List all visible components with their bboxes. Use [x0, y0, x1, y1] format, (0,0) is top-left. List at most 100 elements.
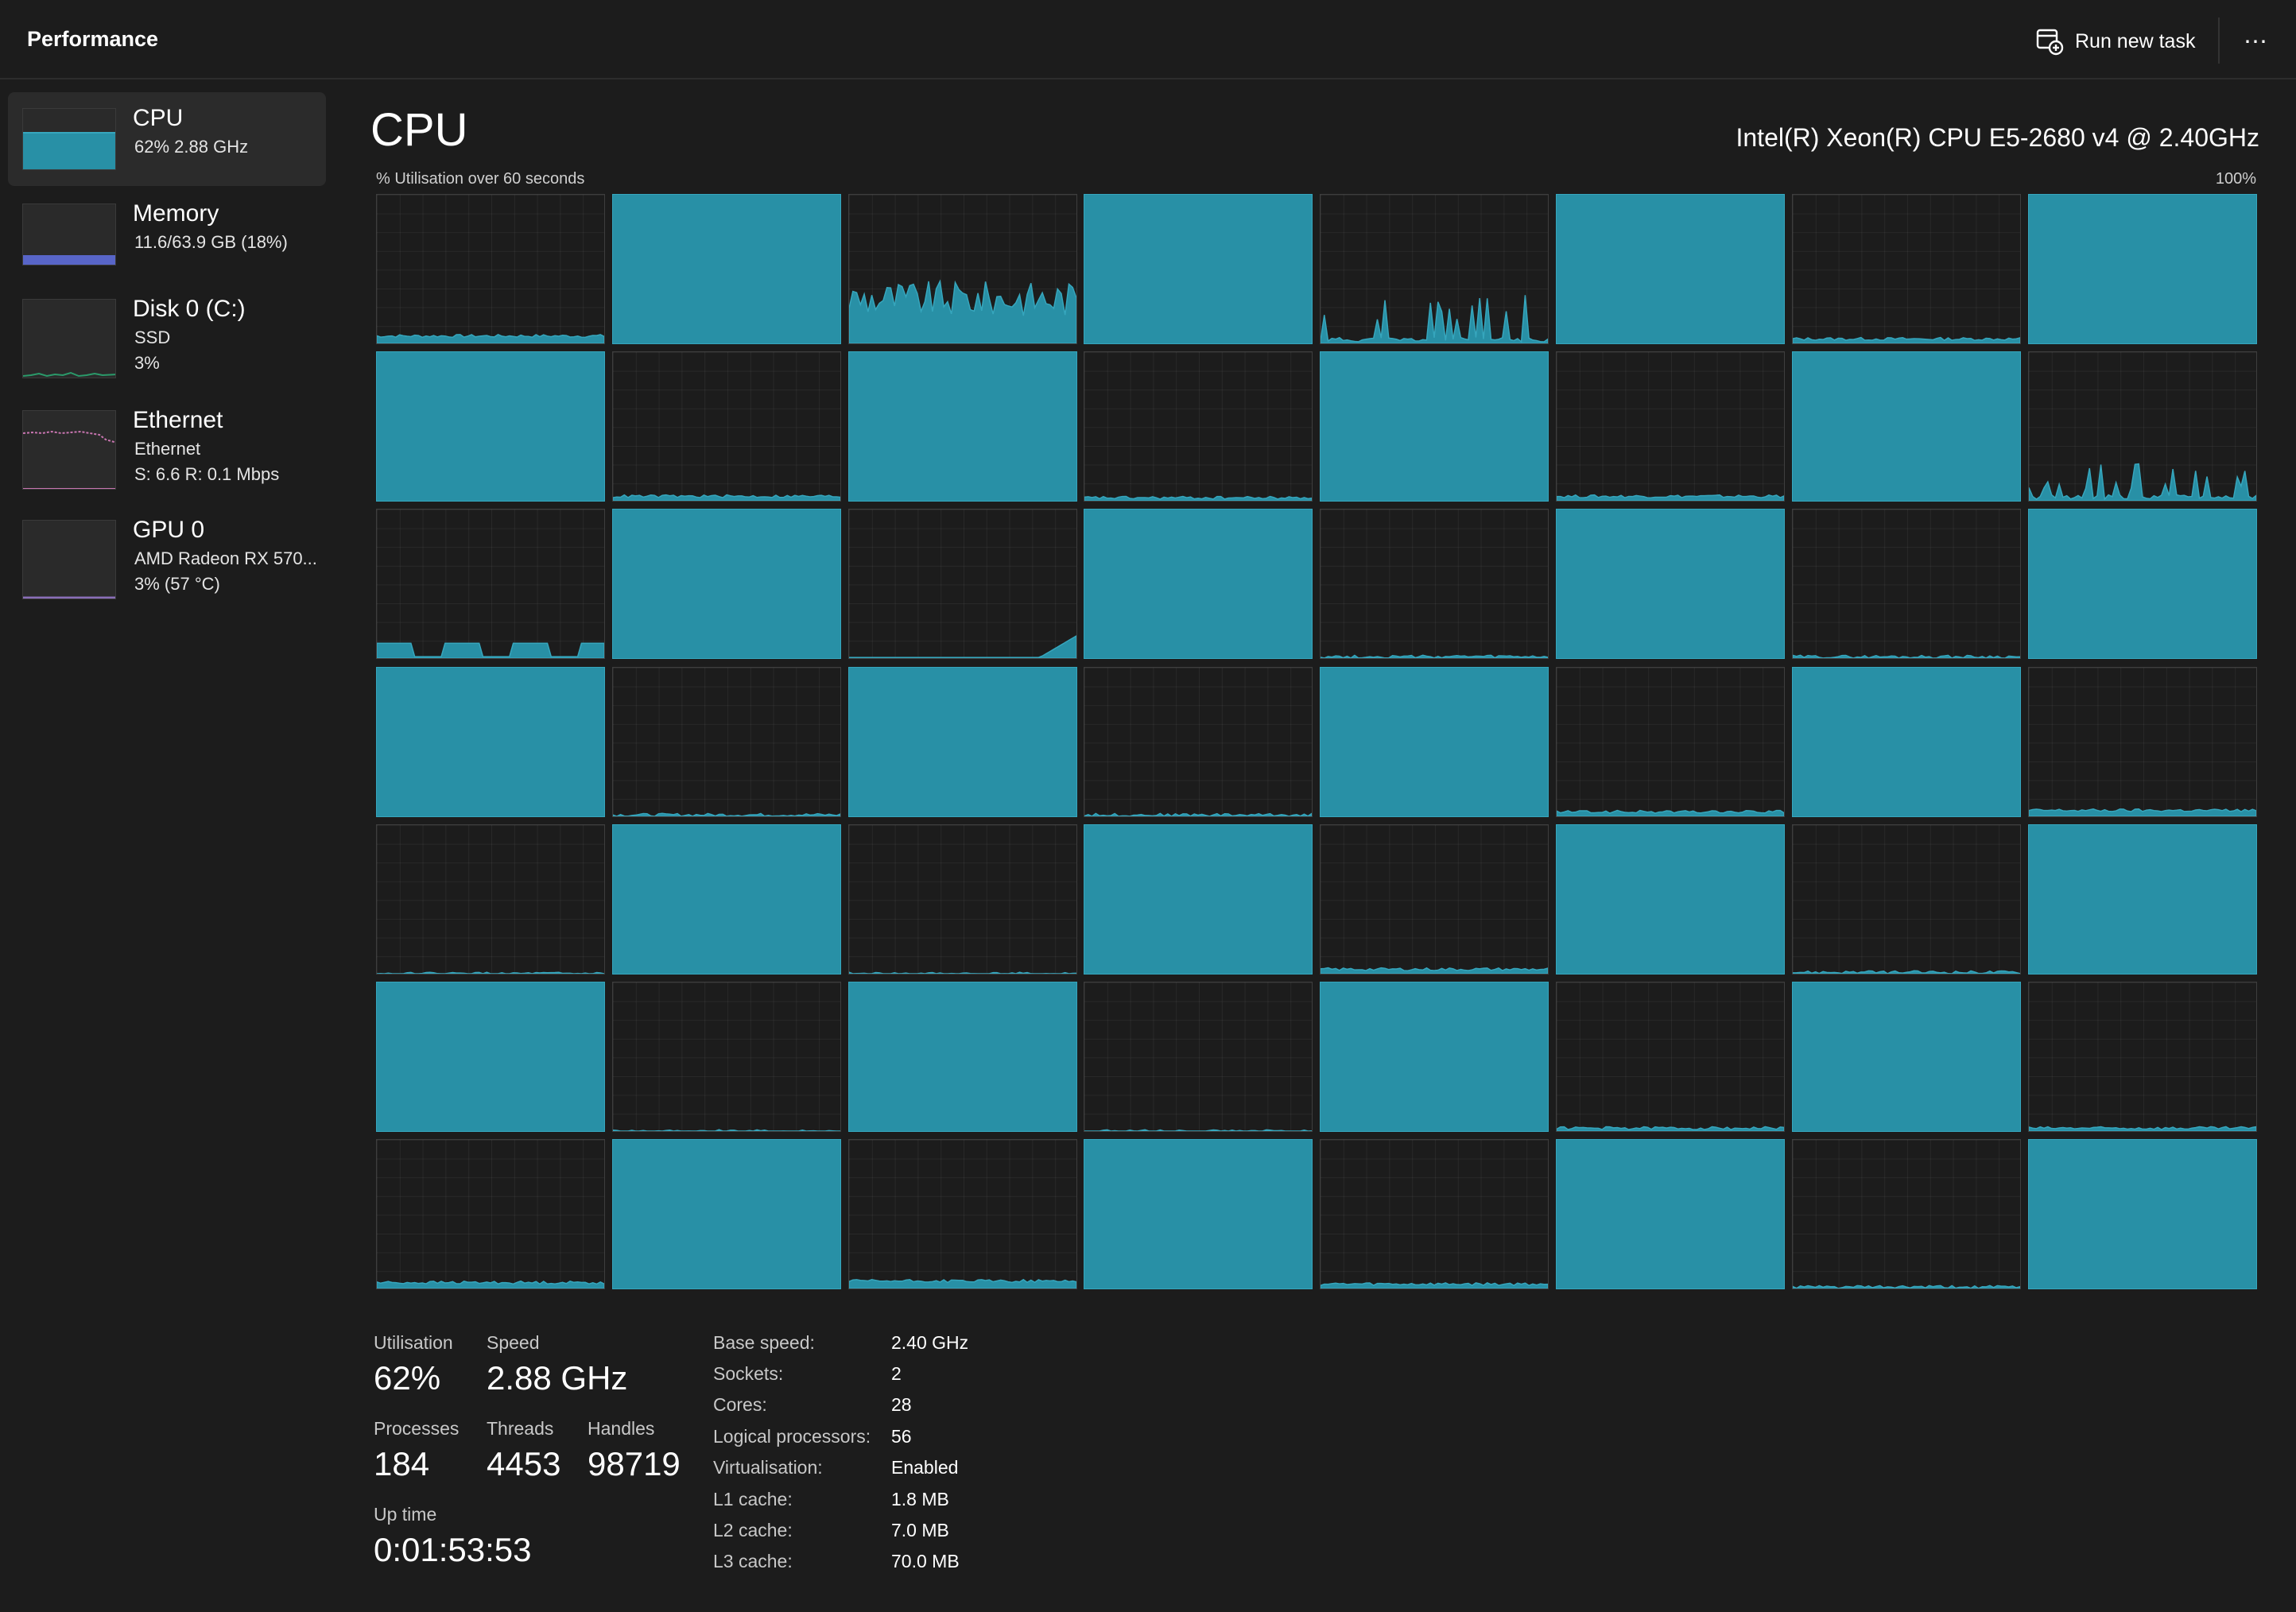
logical-processor-13-area	[1557, 494, 1784, 502]
sidebar-item-gpu[interactable]: GPU 0 AMD Radeon RX 570... 3% (57 °C)	[8, 504, 326, 599]
utilisation-area	[377, 333, 604, 343]
utilisation-area	[1321, 295, 1549, 343]
spec-value: 7.0 MB	[891, 1520, 949, 1540]
spec-key: Sockets:	[713, 1363, 784, 1384]
logical-processor-30-graph	[1791, 666, 2021, 817]
sidebar-item-ethernet[interactable]: Ethernet Ethernet S: 6.6 R: 0.1 Mbps	[8, 394, 326, 490]
threads-value: 4453	[487, 1445, 561, 1482]
logical-processor-27-graph	[1084, 666, 1313, 817]
more-options-button[interactable]: ⋯	[2234, 22, 2279, 60]
logical-processor-5-graph	[1556, 194, 1785, 344]
cpu-heading: CPU	[370, 104, 468, 156]
memory-thumbnail-graph	[23, 255, 115, 265]
logical-processor-45-area	[1557, 1126, 1784, 1131]
logical-processor-25-area	[612, 812, 840, 816]
logical-processor-20-graph	[1320, 509, 1549, 660]
logical-processor-32-graph	[376, 823, 605, 975]
utilisation-area	[848, 1279, 1076, 1289]
sidebar-item-cpu[interactable]: CPU 62% 2.88 GHz	[8, 92, 326, 186]
utilisation-area	[1321, 654, 1549, 659]
utilisation-area	[1084, 495, 1313, 502]
graph-axis-label: % Utilisation over 60 seconds	[376, 170, 585, 188]
sidebar-item-title: GPU 0	[133, 517, 205, 543]
logical-processor-50-area	[848, 1279, 1076, 1289]
handles-label: Handles	[588, 1418, 655, 1439]
logical-processor-17-graph	[611, 509, 841, 660]
sidebar: CPU 62% 2.88 GHz Memory 11.6/63.9 GB (18…	[0, 79, 334, 1612]
logical-processor-9-graph	[611, 351, 841, 502]
utilisation-area	[377, 971, 604, 974]
utilisation-area	[1321, 1282, 1549, 1289]
sidebar-item-disk[interactable]: Disk 0 (C:) SSD 3%	[8, 283, 326, 378]
speed-value: 2.88 GHz	[487, 1359, 628, 1397]
cpu-thumbnail	[22, 108, 116, 170]
logical-processor-43-graph	[1084, 982, 1313, 1132]
logical-processor-20-area	[1321, 654, 1549, 659]
logical-processor-42-graph	[847, 982, 1077, 1132]
sidebar-item-detail: SSD	[134, 327, 171, 347]
threads-label: Threads	[487, 1418, 554, 1439]
logical-processor-8-graph	[376, 351, 605, 502]
utilisation-area	[612, 494, 840, 502]
utilisation-area	[1557, 809, 1784, 816]
logical-processor-31-graph	[2027, 666, 2257, 817]
utilisation-area	[1792, 970, 2020, 974]
logical-processor-4-graph	[1320, 194, 1549, 344]
logical-processor-13-graph	[1556, 351, 1785, 502]
logical-processor-10-graph	[847, 351, 1077, 502]
title-bar: Performance Run new task ⋯	[0, 0, 2296, 79]
logical-processor-26-graph	[847, 666, 1077, 817]
logical-processor-48-graph	[376, 1139, 605, 1290]
memory-thumbnail	[22, 203, 116, 265]
disk-thumbnail	[22, 299, 116, 378]
logical-processor-16-graph	[376, 509, 605, 660]
logical-processor-37-graph	[1556, 823, 1785, 975]
cpu-thumbnail-graph	[23, 132, 115, 169]
logical-processor-1-graph	[611, 194, 841, 344]
more-icon: ⋯	[2244, 28, 2269, 55]
logical-processor-35-graph	[1084, 823, 1313, 975]
sidebar-item-detail: AMD Radeon RX 570...	[134, 548, 317, 568]
sidebar-item-detail: Ethernet	[134, 439, 201, 459]
sidebar-item-title: CPU	[133, 105, 184, 131]
logical-processor-25-graph	[611, 666, 841, 817]
logical-processor-6-area	[1792, 336, 2020, 343]
logical-processor-45-graph	[1556, 982, 1785, 1132]
processes-label: Processes	[374, 1418, 460, 1439]
logical-processor-34-graph	[847, 823, 1077, 975]
processes-value: 184	[374, 1445, 430, 1482]
sidebar-item-memory[interactable]: Memory 11.6/63.9 GB (18%)	[8, 188, 326, 281]
disk-thumbnail-graph	[23, 371, 115, 378]
cpu-model-name: Intel(R) Xeon(R) CPU E5-2680 v4 @ 2.40GH…	[1736, 123, 2259, 152]
logical-processor-18-area	[848, 635, 1076, 659]
logical-processor-36-graph	[1320, 823, 1549, 975]
sidebar-item-title: Ethernet	[133, 407, 223, 433]
spec-value: 2.40 GHz	[891, 1332, 969, 1353]
utilisation-area	[1557, 1126, 1784, 1131]
page-title: Performance	[27, 27, 159, 51]
logical-processor-19-graph	[1084, 509, 1313, 660]
logical-processor-52-area	[1321, 1282, 1549, 1289]
logical-processor-2-graph	[847, 194, 1077, 344]
spec-value: 1.8 MB	[891, 1489, 949, 1509]
sidebar-item-title: Disk 0 (C:)	[133, 296, 246, 322]
logical-processor-22-graph	[1791, 509, 2021, 660]
sidebar-item-title: Memory	[133, 200, 219, 227]
logical-processor-12-graph	[1320, 351, 1549, 502]
logical-processor-54-area	[1792, 1285, 2020, 1289]
logical-processor-9-area	[612, 494, 840, 502]
logical-processor-31-area	[2028, 808, 2256, 816]
utilisation-area	[1321, 967, 1549, 974]
logical-processor-15-area	[2028, 463, 2256, 502]
spec-key: Logical processors:	[713, 1426, 871, 1447]
logical-processor-0-area	[377, 333, 604, 343]
toolbar-divider	[2218, 17, 2220, 64]
utilisation-area	[848, 279, 1076, 343]
logical-processor-51-graph	[1084, 1139, 1313, 1290]
logical-processor-38-area	[1792, 970, 2020, 974]
ethernet-thumbnail	[22, 410, 116, 490]
logical-processor-32-area	[377, 971, 604, 974]
logical-processor-23-graph	[2027, 509, 2257, 660]
run-new-task-button[interactable]: Run new task	[2035, 19, 2202, 64]
uptime-label: Up time	[374, 1504, 437, 1525]
